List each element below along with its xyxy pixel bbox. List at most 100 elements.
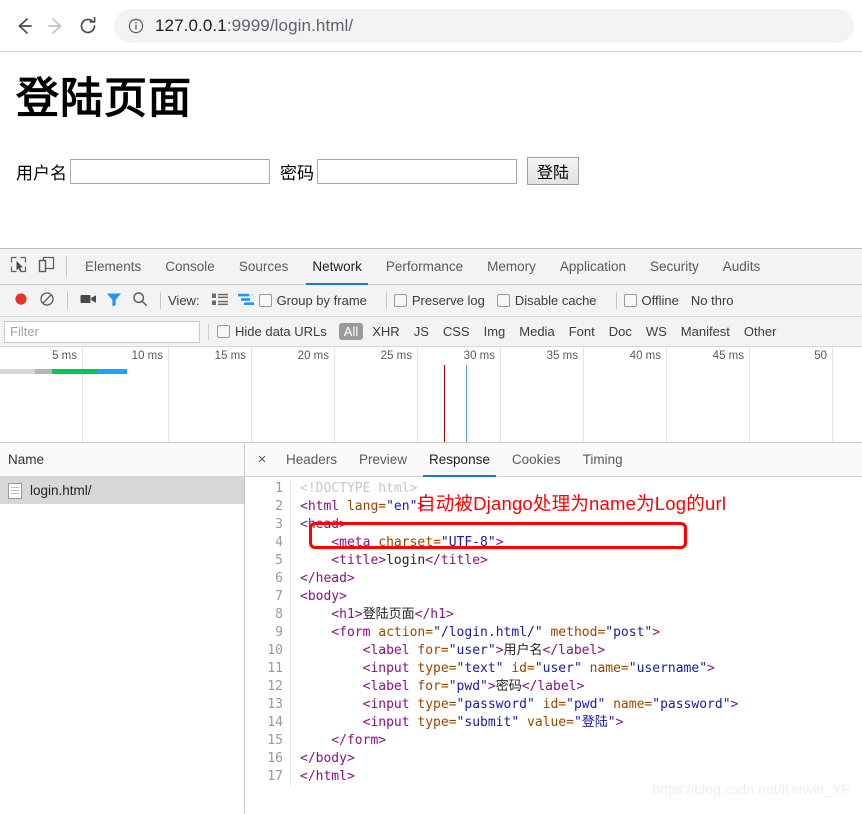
type-filter-ws[interactable]: WS — [641, 323, 672, 340]
code-token: > — [615, 715, 624, 730]
site-info-icon[interactable] — [128, 18, 144, 34]
annotation-text: 自动被Django处理为name为Log的url — [417, 493, 727, 514]
code-content: <input type="submit" value="登陆"> — [300, 714, 624, 732]
page-viewport: 登陆页面 用户名 密码 登陆 — [0, 52, 862, 248]
network-overview-timeline[interactable]: 5 ms 10 ms 15 ms 20 ms 25 ms 30 ms 35 ms 40 ms 4… — [0, 347, 862, 443]
code-line: 16 </body> — [245, 750, 862, 768]
tab-application[interactable]: Application — [548, 249, 638, 284]
code-token: <input — [300, 715, 418, 730]
type-filter-doc[interactable]: Doc — [604, 323, 637, 340]
view-waterfall-button[interactable] — [233, 293, 259, 309]
line-number: 14 — [245, 714, 291, 732]
detail-tab-timing[interactable]: Timing — [572, 443, 634, 476]
type-filter-css[interactable]: CSS — [438, 323, 475, 340]
tab-label: Elements — [85, 259, 142, 274]
type-filter-other[interactable]: Other — [739, 323, 782, 340]
code-token: "登陆" — [573, 715, 616, 730]
detail-tab-label: Preview — [359, 452, 408, 467]
clear-button[interactable] — [34, 291, 60, 310]
code-token: for= — [417, 643, 449, 658]
offline-label: Offline — [641, 293, 679, 308]
devtools-tabbar: Elements Console Sources Network Perform… — [0, 249, 862, 285]
controls-divider — [67, 292, 68, 309]
back-button[interactable] — [8, 10, 40, 42]
tab-label: Memory — [487, 259, 536, 274]
code-token: </body> — [300, 751, 355, 766]
hide-data-urls-checkbox[interactable]: Hide data URLs — [217, 324, 327, 339]
code-token: <meta — [300, 535, 379, 550]
code-token: action= — [378, 625, 434, 640]
group-by-frame-checkbox[interactable]: Group by frame — [258, 293, 367, 308]
filter-input[interactable] — [4, 320, 200, 343]
line-number: 16 — [245, 750, 291, 768]
timeline-tick-label: 20 ms — [297, 350, 329, 362]
inspect-element-button[interactable] — [4, 249, 32, 284]
code-content: <head> — [300, 516, 347, 534]
code-token: type= — [417, 715, 457, 730]
code-token: "user" — [534, 661, 582, 676]
address-bar[interactable]: 127.0.0.1:9999/login.html/ — [114, 8, 854, 43]
search-button[interactable] — [127, 291, 153, 310]
type-filter-js[interactable]: JS — [409, 323, 434, 340]
code-token: "pwd" — [566, 697, 606, 712]
detail-tab-response[interactable]: Response — [418, 443, 501, 477]
line-number: 15 — [245, 732, 291, 750]
offline-checkbox[interactable]: Offline — [623, 293, 679, 308]
type-filter-all[interactable]: All — [338, 323, 364, 340]
tab-elements[interactable]: Elements — [73, 249, 153, 284]
toggle-device-toolbar-button[interactable] — [32, 249, 60, 284]
forward-button[interactable] — [40, 10, 72, 42]
code-token: </label> — [542, 643, 606, 658]
type-filter-manifest[interactable]: Manifest — [676, 323, 735, 340]
reload-button[interactable] — [72, 10, 104, 42]
line-number: 17 — [245, 768, 291, 786]
throttling-select[interactable]: No thro — [691, 293, 734, 308]
response-source-view[interactable]: 1 <!DOCTYPE html> 2 <html lang="en"> 3 <head>… — [245, 477, 862, 814]
tab-sources[interactable]: Sources — [227, 249, 301, 284]
type-filter-xhr[interactable]: XHR — [367, 323, 404, 340]
code-content: <body> — [300, 588, 347, 606]
code-token: <form — [300, 625, 379, 640]
tab-network[interactable]: Network — [300, 249, 374, 285]
code-line: 10 <label for="user">用户名</label> — [245, 642, 862, 660]
detail-tab-headers[interactable]: Headers — [275, 443, 348, 476]
capture-screenshots-button[interactable] — [75, 292, 101, 309]
preserve-log-checkbox[interactable]: Preserve log — [393, 293, 485, 308]
tab-audits[interactable]: Audits — [711, 249, 773, 284]
detail-tab-cookies[interactable]: Cookies — [501, 443, 572, 476]
code-token: <input — [300, 661, 418, 676]
tab-label: Security — [649, 259, 699, 274]
disable-cache-checkbox[interactable]: Disable cache — [496, 293, 597, 308]
browser-toolbar: 127.0.0.1:9999/login.html/ — [0, 0, 862, 52]
code-token: > — [487, 679, 496, 694]
code-line: 4 <meta charset="UTF-8"> — [245, 534, 862, 552]
code-token: </h1> — [414, 607, 454, 622]
view-list-button[interactable] — [207, 293, 233, 309]
request-row-login[interactable]: login.html/ — [0, 477, 244, 504]
code-token: "post" — [605, 625, 653, 640]
close-detail-button[interactable]: × — [249, 443, 275, 476]
code-line: 13 <input type="password" id="pwd" name=… — [245, 696, 862, 714]
code-token: </label> — [521, 679, 585, 694]
tab-console[interactable]: Console — [153, 249, 227, 284]
username-input[interactable] — [70, 158, 270, 184]
detail-tab-preview[interactable]: Preview — [348, 443, 418, 476]
requests-panel: Name login.html/ — [0, 443, 245, 814]
password-input[interactable] — [317, 158, 517, 184]
code-token: login — [386, 553, 426, 568]
line-number: 1 — [245, 480, 291, 498]
code-token: 用户名 — [503, 643, 543, 658]
filter-toggle-button[interactable] — [101, 292, 127, 310]
type-filter-font[interactable]: Font — [564, 323, 600, 340]
checkbox-box — [258, 294, 272, 307]
tab-performance[interactable]: Performance — [374, 249, 475, 284]
type-filter-img[interactable]: Img — [479, 323, 511, 340]
code-token: id= — [511, 661, 535, 676]
tab-security[interactable]: Security — [638, 249, 711, 284]
tab-memory[interactable]: Memory — [475, 249, 548, 284]
submit-button[interactable]: 登陆 — [527, 157, 580, 186]
type-filter-media[interactable]: Media — [514, 323, 559, 340]
record-button[interactable] — [8, 291, 34, 310]
code-content: <!DOCTYPE html> — [300, 480, 417, 498]
code-token: > — [730, 697, 739, 712]
